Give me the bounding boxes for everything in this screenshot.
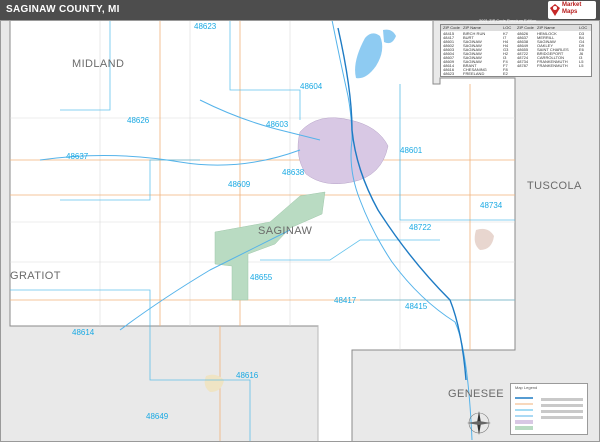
- zip-label-48638: 48638: [282, 168, 305, 177]
- zip-label-48603: 48603: [266, 120, 289, 129]
- county-label-gratiot: GRATIOT: [10, 270, 61, 282]
- chesaning-urban-area: [204, 374, 224, 392]
- zip-legend: 2021 ZIP Code Premium Edition ZIP Code Z…: [440, 18, 592, 77]
- county-label-genesee: GENESEE: [448, 388, 504, 400]
- zip-label-48609: 48609: [228, 180, 251, 189]
- county-label-saginaw: SAGINAW: [258, 225, 313, 237]
- zip-label-48626: 48626: [127, 116, 150, 125]
- zip-label-48417: 48417: [334, 296, 357, 305]
- scale-legend-box: Map Legend: [510, 383, 588, 435]
- logo-text: Market Maps: [562, 2, 582, 15]
- zip-label-48604: 48604: [300, 82, 323, 91]
- publisher-logo: Market Maps: [548, 1, 596, 19]
- scale-legend-symbols: [515, 397, 583, 430]
- legend-cell: 48623: [443, 71, 455, 76]
- zip-label-48734: 48734: [480, 201, 503, 210]
- county-label-tuscola: TUSCOLA: [527, 180, 582, 192]
- county-label-midland: MIDLAND: [72, 58, 125, 70]
- zip-label-48616: 48616: [236, 371, 259, 380]
- zip-label-48655: 48655: [250, 273, 273, 282]
- legend-subtitle: 2021 ZIP Code Premium Edition: [479, 18, 537, 23]
- legend-cell: E2: [503, 71, 508, 76]
- logo-icon: [550, 4, 560, 16]
- zip-label-48649: 48649: [146, 412, 169, 421]
- zip-label-48601: 48601: [400, 146, 423, 155]
- zip-label-48614: 48614: [72, 328, 95, 337]
- legend-row: 48623 FREELAND E2: [441, 72, 591, 76]
- zip-label-48623: 48623: [194, 22, 217, 31]
- zip-label-48722: 48722: [409, 223, 432, 232]
- zip-label-48637: 48637: [66, 152, 89, 161]
- map-title: SAGINAW COUNTY, MI: [6, 4, 120, 15]
- legend-cell: FREELAND: [463, 71, 485, 76]
- map-header: SAGINAW COUNTY, MI Market Maps: [0, 0, 600, 20]
- north-arrow-icon: [467, 411, 491, 435]
- zip-label-48415: 48415: [405, 302, 428, 311]
